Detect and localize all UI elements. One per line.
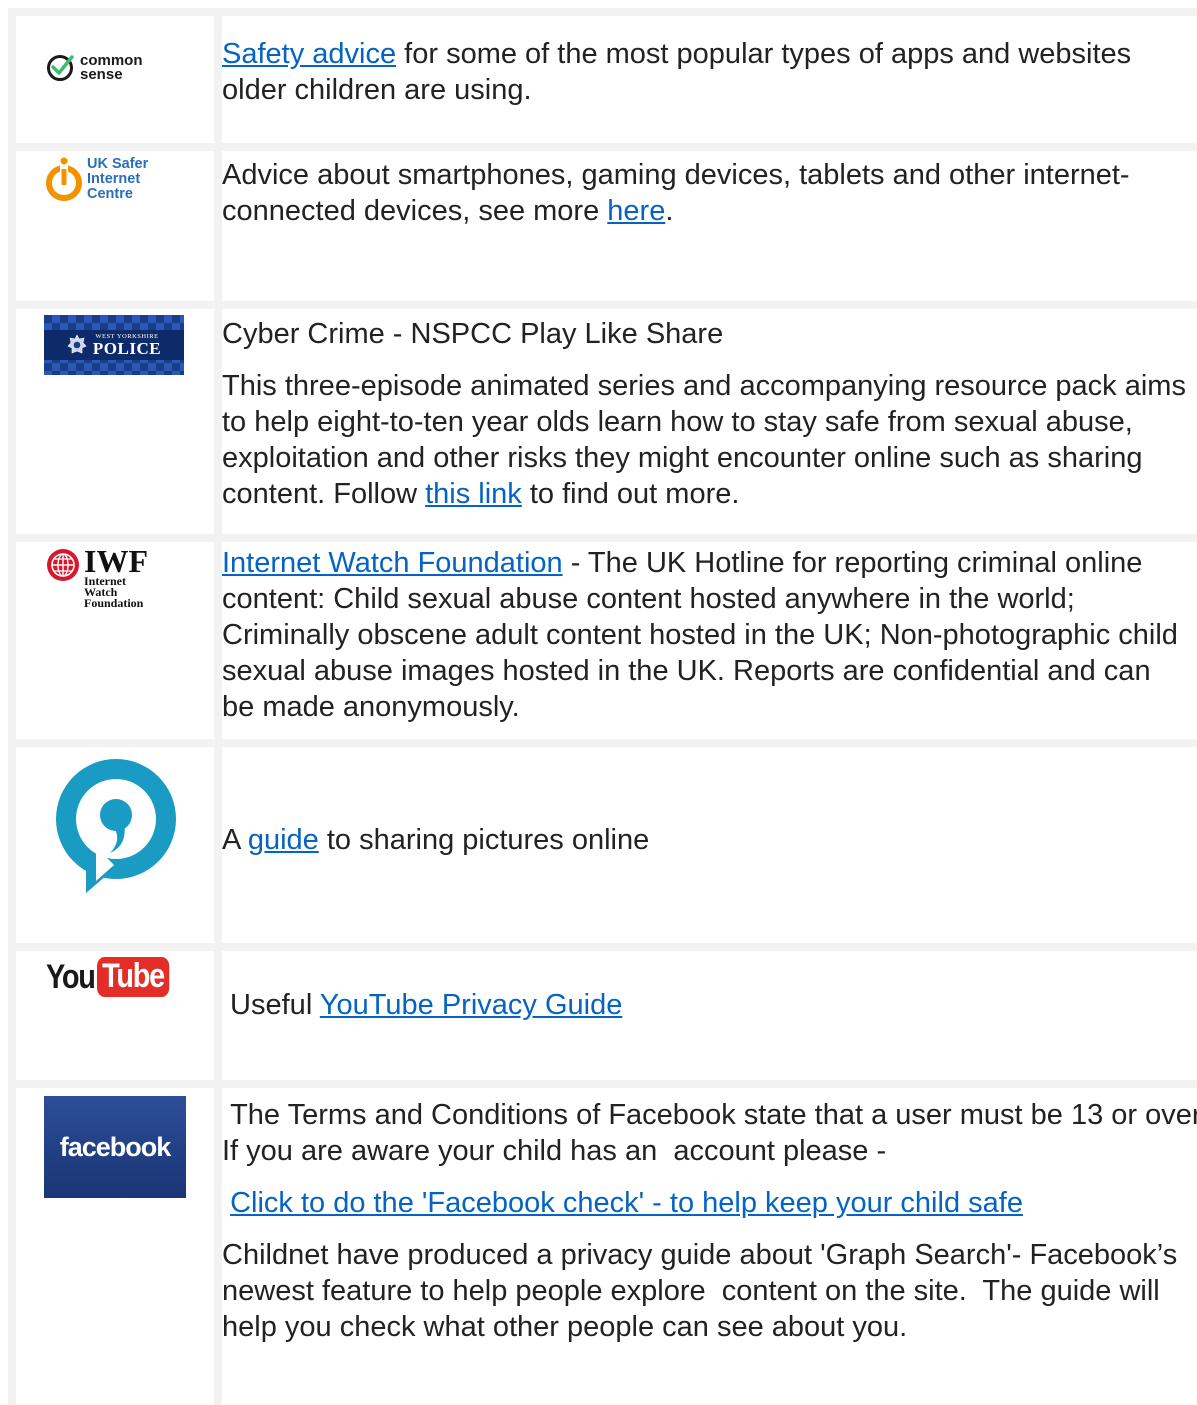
uk-safer-internet-centre-wordmark: UK Safer Internet Centre xyxy=(87,155,149,202)
description-paragraph: A guide to sharing pictures online xyxy=(222,824,650,856)
resource-row-west-yorkshire-police: WEST YORKSHIRE POLICE Cyber Crime - NSPC… xyxy=(8,309,1197,534)
description-cell: Advice about smartphones, gaming devices… xyxy=(222,151,1197,301)
resource-row-childnet: A guide to sharing pictures online xyxy=(8,747,1197,943)
description-cell: Internet Watch Foundation - The UK Hotli… xyxy=(222,542,1197,739)
this-link-link[interactable]: this link xyxy=(425,478,522,510)
logo-cell xyxy=(16,747,214,943)
description-paragraph: Useful YouTube Privacy Guide xyxy=(222,989,623,1021)
description-paragraph: Safety advice for some of the most popul… xyxy=(222,38,1132,106)
resource-row-youtube: You Tube Useful YouTube Privacy Guide xyxy=(8,951,1197,1080)
description-paragraph: This three-episode animated series and a… xyxy=(222,370,1186,510)
internet-watch-foundation-link[interactable]: Internet Watch Foundation xyxy=(222,547,563,579)
globe-icon xyxy=(47,549,79,581)
resource-row-facebook: facebook The Terms and Conditions of Fac… xyxy=(8,1088,1197,1405)
west-yorkshire-police-logo[interactable]: WEST YORKSHIRE POLICE xyxy=(44,315,184,375)
description-cell: Safety advice for some of the most popul… xyxy=(222,16,1197,143)
resource-row-uk-safer-internet-centre: UK Safer Internet Centre Advice about sm… xyxy=(8,151,1197,301)
description-paragraph: The Terms and Conditions of Facebook sta… xyxy=(222,1099,1197,1167)
description-cell: The Terms and Conditions of Facebook sta… xyxy=(222,1088,1197,1405)
logo-cell: You Tube xyxy=(16,951,214,1080)
logo-cell: IWF Internet Watch Foundation xyxy=(16,542,214,739)
resource-row-iwf: IWF Internet Watch Foundation Internet W… xyxy=(8,542,1197,739)
description-paragraph: Childnet have produced a privacy guide a… xyxy=(222,1239,1186,1343)
description-paragraph: Advice about smartphones, gaming devices… xyxy=(222,159,1130,227)
iwf-wordmark: IWF Internet Watch Foundation xyxy=(84,543,148,610)
description-heading: Cyber Crime - NSPCC Play Like Share xyxy=(222,318,724,350)
description-paragraph: Click to do the 'Facebook check' - to he… xyxy=(222,1185,1197,1221)
logo-cell: WEST YORKSHIRE POLICE xyxy=(16,309,214,534)
resources-table: common sense Safety advice for some of t… xyxy=(8,8,1197,1405)
youtube-privacy-guide-link[interactable]: YouTube Privacy Guide xyxy=(320,989,623,1021)
childnet-logo[interactable] xyxy=(48,753,184,897)
police-badge-icon xyxy=(67,334,87,354)
safety-advice-link[interactable]: Safety advice xyxy=(222,38,396,70)
description-cell: Useful YouTube Privacy Guide xyxy=(222,951,1197,1080)
youtube-logo[interactable]: You Tube xyxy=(46,957,182,997)
description-cell: A guide to sharing pictures online xyxy=(222,747,1197,943)
common-sense-wordmark: common sense xyxy=(80,52,143,83)
here-link[interactable]: here xyxy=(607,195,665,227)
checkmark-circle-icon xyxy=(47,55,74,81)
logo-cell: UK Safer Internet Centre xyxy=(16,151,214,301)
logo-cell: common sense xyxy=(16,16,214,143)
uk-safer-internet-centre-logo[interactable]: UK Safer Internet Centre xyxy=(44,155,148,203)
guide-link[interactable]: guide xyxy=(248,824,319,856)
description-cell: Cyber Crime - NSPCC Play Like Share This… xyxy=(222,309,1197,534)
resource-row-common-sense: common sense Safety advice for some of t… xyxy=(8,16,1197,143)
iwf-logo[interactable]: IWF Internet Watch Foundation xyxy=(46,543,148,610)
police-wordmark: WEST YORKSHIRE POLICE xyxy=(92,333,162,358)
description-paragraph: Internet Watch Foundation - The UK Hotli… xyxy=(222,547,1178,723)
common-sense-logo[interactable]: common sense xyxy=(46,52,143,83)
facebook-check-link[interactable]: Click to do the 'Facebook check' - to he… xyxy=(230,1187,1023,1219)
power-icon xyxy=(46,157,82,201)
logo-cell: facebook xyxy=(16,1088,214,1405)
facebook-logo[interactable]: facebook xyxy=(44,1096,186,1198)
